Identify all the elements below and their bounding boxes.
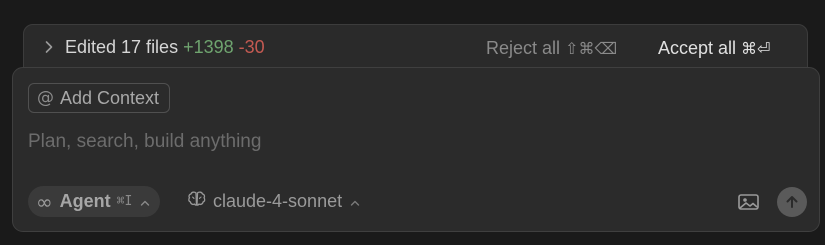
reject-all-shortcut: ⇧⌘⌫ bbox=[565, 39, 617, 58]
prompt-input[interactable] bbox=[28, 128, 788, 156]
accept-shortcut-text: ⌘⏎ bbox=[741, 38, 771, 58]
mode-shortcut: ⌘I bbox=[116, 194, 133, 209]
edited-files-row: Edited 17 files +1398 -30 Reject all ⇧⌘⌫… bbox=[24, 35, 807, 61]
infinity-icon: ∞ bbox=[36, 189, 53, 214]
model-selector[interactable]: claude-4-sonnet bbox=[187, 186, 360, 217]
send-button[interactable] bbox=[777, 187, 807, 217]
image-icon[interactable] bbox=[737, 192, 761, 212]
edited-files-label: Edited 17 files bbox=[65, 37, 179, 57]
chevron-up-icon bbox=[140, 191, 150, 212]
chat-composer-area: Edited 17 files +1398 -30 Reject all ⇧⌘⌫… bbox=[0, 0, 825, 245]
at-sign-icon: @ bbox=[37, 88, 54, 108]
mode-label: Agent bbox=[59, 191, 111, 211]
reject-all-label: Reject all bbox=[486, 37, 561, 58]
brain-icon bbox=[187, 190, 207, 213]
composer-panel: @ Add Context ∞ Agent ⌘I claude-4- bbox=[12, 67, 820, 232]
lines-removed-count: -30 bbox=[238, 37, 265, 57]
reject-shortcut-text: ⇧⌘⌫ bbox=[565, 38, 618, 58]
add-context-button[interactable]: @ Add Context bbox=[28, 83, 171, 113]
add-context-label: Add Context bbox=[60, 87, 160, 108]
reject-all-button[interactable]: Reject all ⇧⌘⌫ bbox=[486, 35, 617, 61]
chevron-up-icon bbox=[350, 191, 360, 212]
edited-files-summary[interactable]: Edited 17 files +1398 -30 bbox=[65, 37, 265, 58]
model-label: claude-4-sonnet bbox=[213, 191, 343, 211]
arrow-up-icon bbox=[784, 194, 800, 210]
accept-all-button[interactable]: Accept all ⌘⏎ bbox=[658, 35, 770, 61]
accept-all-shortcut: ⌘⏎ bbox=[741, 39, 770, 58]
mode-selector[interactable]: ∞ Agent ⌘I bbox=[28, 186, 161, 217]
chevron-right-icon[interactable] bbox=[40, 38, 58, 56]
lines-added-count: +1398 bbox=[183, 37, 234, 57]
accept-all-label: Accept all bbox=[658, 37, 737, 58]
